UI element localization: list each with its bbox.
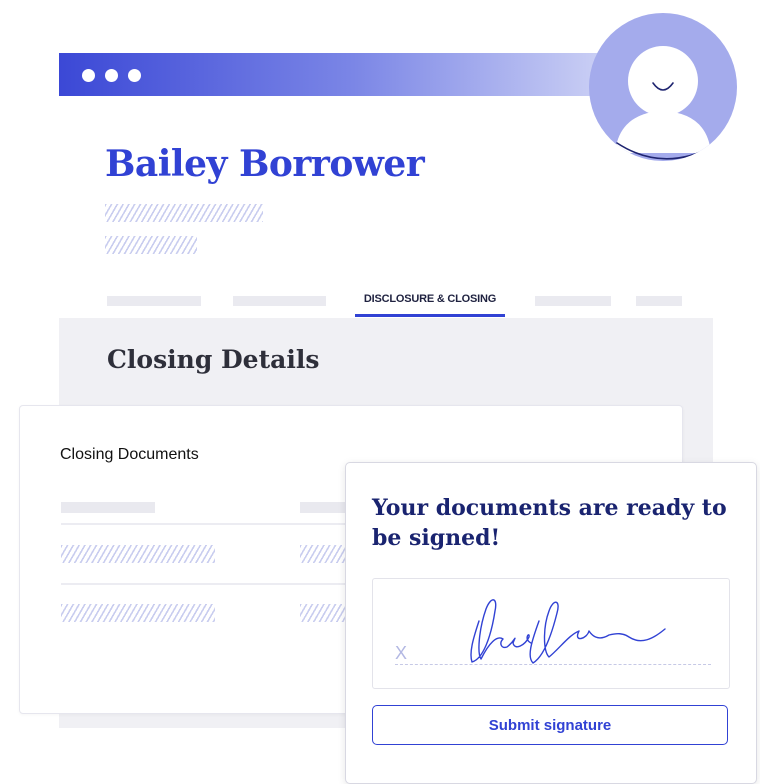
window-dot	[128, 69, 141, 82]
active-tab-indicator	[355, 314, 505, 317]
placeholder-text-line	[61, 545, 215, 563]
row-divider	[61, 523, 381, 525]
signature-card: Your documents are ready to be signed! X…	[345, 462, 757, 784]
placeholder-text-line	[61, 604, 215, 622]
handwritten-signature	[470, 599, 666, 664]
user-avatar-icon	[589, 13, 737, 161]
borrower-name: Bailey Borrower	[105, 143, 425, 185]
tab-disclosure-closing[interactable]: DISCLOSURE & CLOSING	[355, 293, 505, 305]
card-title: Closing Documents	[60, 446, 199, 463]
signature-box[interactable]: X	[372, 578, 730, 689]
window-dot	[82, 69, 95, 82]
column-header-placeholder	[61, 502, 155, 513]
submit-signature-button[interactable]: Submit signature	[372, 705, 728, 745]
tab-placeholder[interactable]	[107, 296, 201, 306]
window-dot	[105, 69, 118, 82]
signature-line	[395, 664, 711, 665]
placeholder-text-line	[105, 236, 197, 254]
avatar-graphic	[615, 46, 715, 160]
tab-placeholder[interactable]	[636, 296, 682, 306]
tab-placeholder[interactable]	[535, 296, 611, 306]
placeholder-text-line	[105, 204, 263, 222]
section-title: Closing Details	[107, 345, 320, 374]
signature-heading: Your documents are ready to be signed!	[372, 495, 727, 551]
row-divider	[61, 583, 381, 585]
tab-placeholder[interactable]	[233, 296, 326, 306]
sign-here-marker: X	[395, 643, 408, 663]
